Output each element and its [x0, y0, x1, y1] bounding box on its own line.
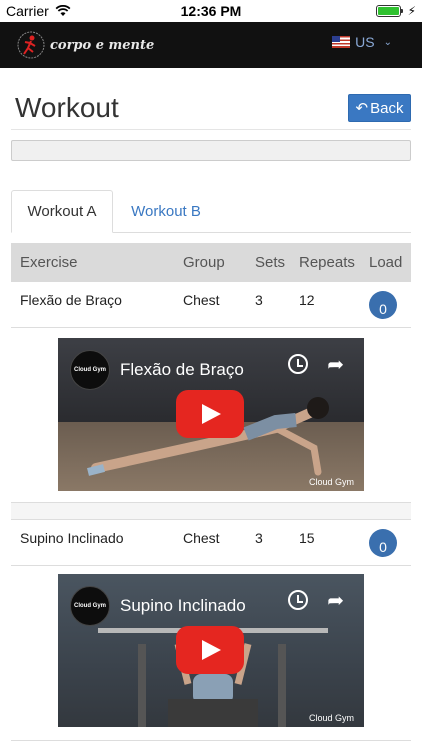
page-header: Workout ↶ Back: [11, 88, 411, 130]
share-icon[interactable]: ➦: [327, 588, 344, 613]
brand-name: corpo e mente: [50, 37, 155, 53]
table-header: Exercise Group Sets Repeats Load: [11, 243, 411, 282]
video-title: Flexão de Braço: [120, 360, 244, 379]
sets-value: 3: [255, 292, 263, 308]
chevron-down-icon: ⌄: [383, 36, 392, 48]
exercise-name: Flexão de Braço: [20, 292, 122, 308]
video-row: Cloud Gym Supino Inclinado ➦ Cloud Gym: [11, 566, 411, 741]
repeats-value: 12: [299, 292, 315, 308]
column-header-load: Load: [369, 254, 403, 271]
tab-label: Workout B: [131, 203, 201, 220]
back-button-label: Back: [370, 99, 404, 117]
play-button-icon[interactable]: [176, 390, 244, 438]
watch-later-icon[interactable]: [288, 590, 308, 610]
tab-workout-b[interactable]: Workout B: [115, 190, 217, 233]
wifi-icon: [55, 5, 71, 16]
battery-icon: [375, 5, 403, 17]
table-row: Flexão de Braço Chest 3 12 0: [11, 282, 411, 328]
video-player[interactable]: Cloud Gym Supino Inclinado ➦ Cloud Gym: [58, 574, 364, 727]
row-divider: [11, 503, 411, 520]
cloud-gym-logo: Cloud Gym: [70, 350, 110, 390]
tab-workout-a[interactable]: Workout A: [11, 190, 113, 233]
load-value: 0: [379, 539, 387, 555]
workout-tabs: Workout A Workout B: [11, 190, 411, 233]
repeats-value: 15: [299, 530, 315, 546]
load-badge[interactable]: 0: [369, 291, 397, 319]
progress-bar: [11, 140, 411, 161]
muscle-group: Chest: [183, 530, 220, 546]
runner-logo-icon: [17, 31, 45, 59]
us-flag-icon: [332, 36, 351, 48]
play-button-icon[interactable]: [176, 626, 244, 674]
back-button[interactable]: ↶ Back: [348, 94, 411, 122]
load-value: 0: [379, 301, 387, 317]
language-label: US: [355, 34, 375, 50]
video-watermark: Cloud Gym: [308, 477, 354, 487]
exercise-table: Exercise Group Sets Repeats Load Flexão …: [11, 243, 411, 741]
exercise-name: Supino Inclinado: [20, 530, 124, 546]
carrier-label: Carrier: [6, 3, 49, 19]
table-row: Supino Inclinado Chest 3 15 0: [11, 520, 411, 566]
column-header-repeats: Repeats: [299, 254, 355, 271]
video-row: Cloud Gym Flexão de Braço ➦ Cloud Gym: [11, 328, 411, 503]
muscle-group: Chest: [183, 292, 220, 308]
status-bar: Carrier 12:36 PM ⚡: [0, 0, 422, 22]
cloud-gym-logo: Cloud Gym: [70, 586, 110, 626]
back-arrow-icon: ↶: [355, 100, 369, 117]
video-watermark: Cloud Gym: [308, 713, 354, 723]
brand-logo[interactable]: corpo e mente: [16, 30, 154, 60]
column-header-exercise: Exercise: [20, 254, 78, 271]
watch-later-icon[interactable]: [288, 354, 308, 374]
load-badge[interactable]: 0: [369, 529, 397, 557]
language-selector[interactable]: US ⌄: [332, 34, 392, 50]
page-title: Workout: [15, 92, 119, 123]
sets-value: 3: [255, 530, 263, 546]
column-header-sets: Sets: [255, 254, 286, 271]
video-player[interactable]: Cloud Gym Flexão de Braço ➦ Cloud Gym: [58, 338, 364, 491]
tab-label: Workout A: [27, 203, 97, 220]
top-navbar: corpo e mente US ⌄: [0, 22, 422, 68]
charging-icon: ⚡: [407, 4, 416, 18]
column-header-group: Group: [183, 254, 225, 271]
share-icon[interactable]: ➦: [327, 352, 344, 377]
video-title: Supino Inclinado: [120, 596, 246, 615]
